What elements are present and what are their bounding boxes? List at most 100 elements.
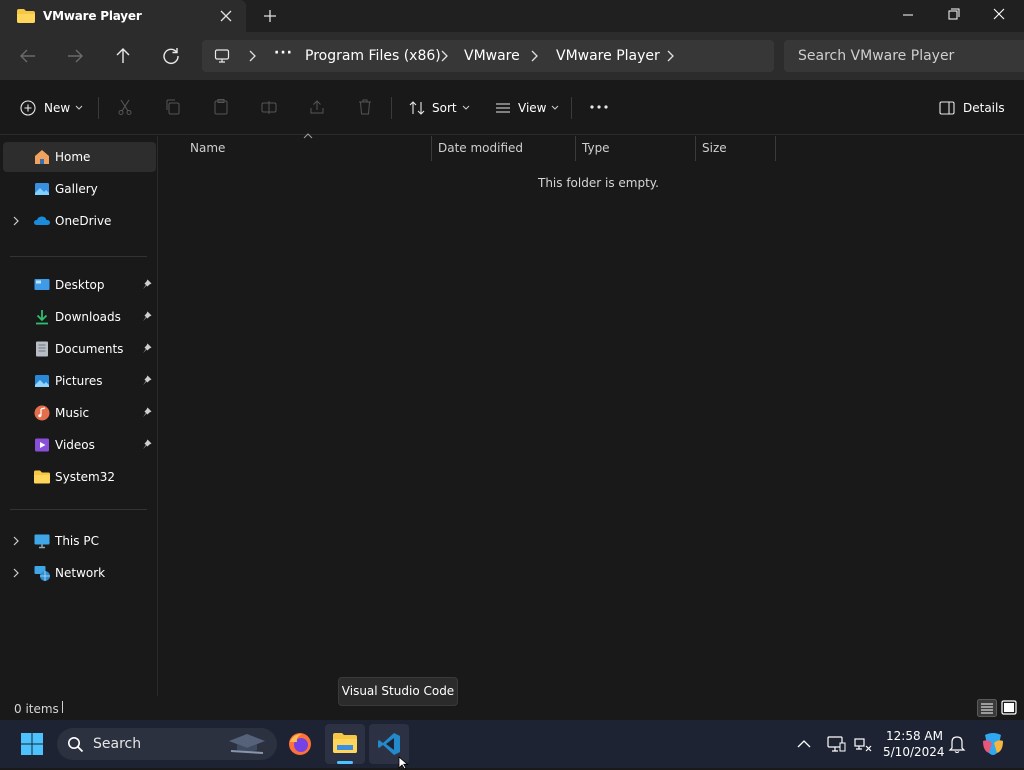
copilot-icon[interactable] — [980, 731, 1006, 757]
crumb-vmware-player[interactable]: VMware Player — [556, 48, 660, 64]
taskbar-search-label: Search — [93, 736, 142, 752]
nav-item-videos[interactable]: Videos — [3, 430, 156, 460]
nav-item-downloads[interactable]: Downloads — [3, 302, 156, 332]
nav-item-network[interactable]: Network — [3, 558, 156, 588]
folder-icon — [34, 470, 50, 484]
close-icon[interactable] — [976, 0, 1022, 32]
nav-item-documents[interactable]: Documents — [3, 334, 156, 364]
file-explorer-taskbar-button[interactable] — [325, 724, 365, 764]
clock[interactable]: 12:58 AM 5/10/2024 — [883, 728, 945, 760]
chevron-right-icon[interactable] — [248, 50, 256, 62]
more-options-icon[interactable] — [589, 104, 609, 110]
search-input[interactable]: Search VMware Player — [784, 40, 1024, 72]
documents-icon — [36, 341, 48, 357]
chevron-right-icon[interactable] — [12, 216, 20, 226]
taskbar: Search 12:58 AM 5/10/2024 — [0, 720, 1024, 770]
nav-item-gallery[interactable]: Gallery — [3, 174, 156, 204]
sort-button[interactable]: Sort — [408, 97, 470, 119]
new-button[interactable]: New — [20, 97, 83, 119]
column-header-size[interactable]: Size — [696, 136, 775, 162]
sort-icon — [409, 101, 425, 115]
divider — [10, 256, 147, 257]
empty-folder-message: This folder is empty. — [538, 176, 659, 190]
chevron-right-icon[interactable] — [12, 568, 20, 578]
pin-icon[interactable] — [142, 311, 152, 322]
nav-label-music: Music — [55, 406, 90, 420]
delete-icon[interactable] — [356, 98, 374, 116]
details-label: Details — [963, 101, 1005, 115]
pin-icon[interactable] — [142, 439, 152, 450]
paste-icon[interactable] — [212, 98, 230, 116]
view-button[interactable]: View — [494, 97, 559, 119]
vscode-icon — [378, 733, 400, 755]
nav-label-videos: Videos — [55, 438, 95, 452]
notifications-bell-icon[interactable] — [948, 734, 966, 754]
restore-icon[interactable] — [930, 0, 976, 32]
chevron-right-icon[interactable] — [530, 50, 538, 62]
chevron-right-icon[interactable] — [666, 50, 674, 62]
close-tab-icon[interactable] — [216, 7, 236, 25]
column-header-type[interactable]: Type — [576, 136, 695, 162]
clock-time: 12:58 AM — [886, 729, 943, 743]
gallery-icon — [35, 183, 49, 195]
file-list[interactable]: Name Date modified Type Size This folder… — [158, 133, 1024, 696]
pin-icon[interactable] — [142, 279, 152, 290]
cut-icon[interactable] — [116, 98, 134, 116]
share-icon[interactable] — [308, 98, 326, 116]
start-icon[interactable] — [20, 732, 44, 756]
pin-icon[interactable] — [142, 375, 152, 386]
forward-icon[interactable] — [63, 44, 87, 68]
search-icon — [68, 737, 84, 753]
chevron-right-icon[interactable] — [440, 50, 448, 62]
details-view-icon[interactable] — [977, 699, 997, 717]
overflow-crumbs-icon[interactable]: ··· — [274, 45, 293, 61]
pin-icon[interactable] — [142, 407, 152, 418]
details-pane-button[interactable]: Details — [939, 97, 1005, 119]
command-bar: New Sort View Details — [0, 80, 1024, 135]
view-icon — [496, 103, 510, 113]
divider — [391, 97, 392, 119]
display-icon[interactable] — [826, 734, 846, 754]
minimize-icon[interactable] — [885, 0, 931, 32]
refresh-icon[interactable] — [159, 44, 183, 68]
title-bar: VMware Player — [0, 0, 1024, 32]
large-icons-view-icon[interactable] — [1000, 699, 1018, 717]
status-bar: 0 items — [0, 696, 1024, 720]
nav-item-onedrive[interactable]: OneDrive — [3, 206, 156, 236]
chevron-right-icon[interactable] — [12, 536, 20, 546]
this-pc-icon[interactable] — [214, 48, 230, 64]
search-highlight-graduation-cap-icon — [229, 734, 265, 754]
taskbar-search[interactable]: Search — [57, 728, 277, 760]
crumb-vmware[interactable]: VMware — [464, 48, 520, 64]
new-label: New — [44, 101, 71, 115]
nav-label-onedrive: OneDrive — [55, 214, 112, 228]
back-icon[interactable] — [16, 44, 40, 68]
nav-label-pictures: Pictures — [55, 374, 103, 388]
divider — [98, 97, 99, 119]
nav-item-system32[interactable]: System32 — [3, 462, 156, 492]
nav-item-pictures[interactable]: Pictures — [3, 366, 156, 396]
search-placeholder: Search VMware Player — [798, 48, 955, 64]
downloads-icon — [36, 310, 48, 325]
crumb-program-files[interactable]: Program Files (x86) — [305, 48, 441, 64]
rename-icon[interactable] — [260, 98, 278, 116]
new-tab-icon[interactable] — [260, 6, 280, 26]
network-status-icon[interactable] — [853, 734, 873, 754]
divider — [571, 97, 572, 119]
copy-icon[interactable] — [164, 98, 182, 116]
details-pane-icon — [939, 101, 955, 115]
nav-item-home[interactable]: Home — [3, 142, 156, 172]
nav-item-music[interactable]: Music — [3, 398, 156, 428]
nav-item-desktop[interactable]: Desktop — [3, 270, 156, 300]
column-header-date-modified[interactable]: Date modified — [432, 136, 575, 162]
firefox-icon[interactable] — [288, 732, 312, 756]
column-divider[interactable] — [775, 136, 776, 161]
tab-vmware-player[interactable]: VMware Player — [0, 0, 246, 32]
up-icon[interactable] — [111, 44, 135, 68]
breadcrumb[interactable]: ··· Program Files (x86) VMware VMware Pl… — [202, 40, 774, 72]
nav-item-this-pc[interactable]: This PC — [3, 526, 156, 556]
nav-label-system32: System32 — [55, 470, 116, 484]
column-header-name[interactable]: Name — [158, 136, 431, 162]
chevron-up-icon[interactable] — [796, 738, 812, 750]
pin-icon[interactable] — [142, 343, 152, 354]
